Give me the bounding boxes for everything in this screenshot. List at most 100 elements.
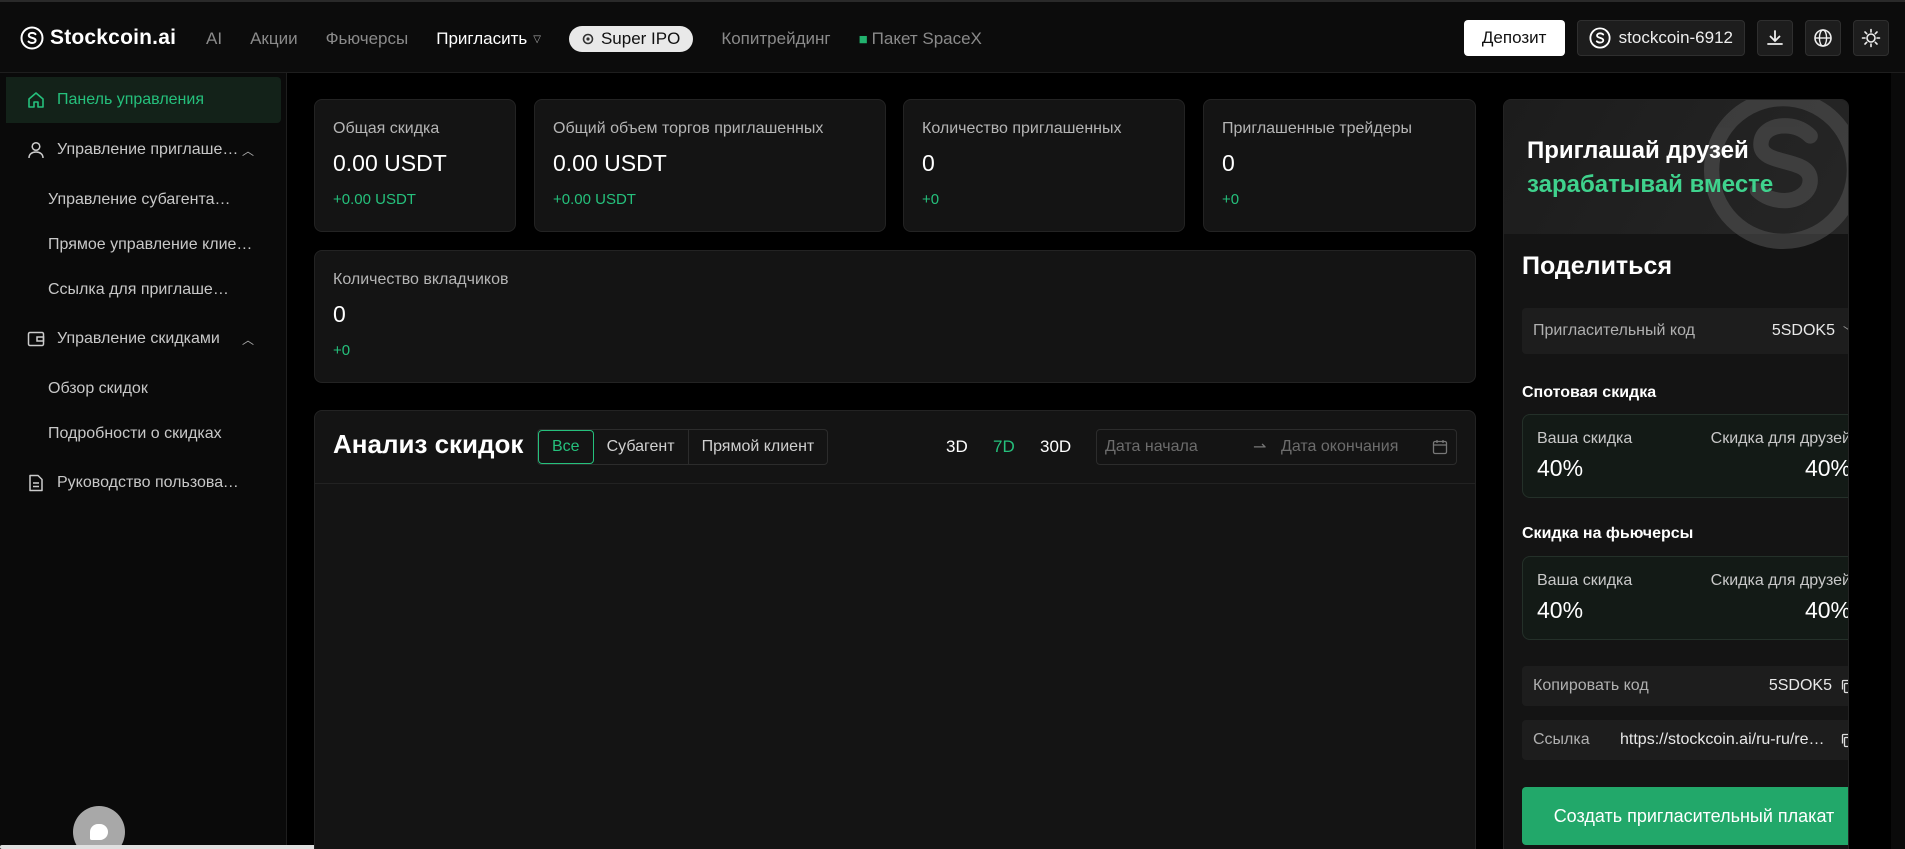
chevron-down-icon: ﹀ xyxy=(1843,323,1848,340)
language-button[interactable] xyxy=(1805,20,1841,56)
download-button[interactable] xyxy=(1757,20,1793,56)
date-end-input[interactable]: Дата окончания xyxy=(1281,438,1432,456)
stat-card-invited-traders: Приглашенные трейдеры 0 +0 xyxy=(1203,99,1476,232)
copy-icon[interactable] xyxy=(1840,679,1849,694)
invite-code-value-wrap: 5SDOK5 ﹀ xyxy=(1771,322,1848,340)
your-discount-value: 40% xyxy=(1537,597,1584,623)
sidebar-item-dashboard[interactable]: Панель управления xyxy=(6,77,281,123)
sidebar-item-direct-clients[interactable]: Прямое управление клиентами xyxy=(0,222,281,268)
friend-discount-label: Скидка для друзей xyxy=(1710,572,1849,589)
tab-subagent[interactable]: Субагент xyxy=(594,430,689,464)
stat-label: Приглашенные трейдеры xyxy=(1222,120,1412,137)
sidebar-item-label: Управление скидками xyxy=(57,330,220,347)
banner-title: Приглашай друзей xyxy=(1527,137,1749,164)
share-title: Поделиться xyxy=(1522,252,1673,280)
nav-ai[interactable]: AI xyxy=(206,29,222,49)
copy-code-label: Копировать код xyxy=(1533,677,1649,694)
account-logo-icon xyxy=(1589,27,1611,49)
home-icon xyxy=(25,90,46,111)
chevron-up-icon: ︿ xyxy=(241,143,254,158)
invite-link-value: https://stockcoin.ai/ru-ru/register xyxy=(1620,731,1832,748)
stat-label: Общая скидка xyxy=(333,120,440,137)
stat-label: Общий объем торгов приглашенных xyxy=(553,120,824,137)
download-icon xyxy=(1767,30,1783,45)
invite-code-select[interactable]: Пригласительный код 5SDOK5 ﹀ xyxy=(1522,308,1848,354)
friend-discount-value: 40% xyxy=(1804,597,1849,623)
banner-subtitle: зарабатывай вместе xyxy=(1527,171,1774,198)
period-30d[interactable]: 30D xyxy=(1040,437,1071,457)
analysis-filter-tabs: Все Субагент Прямой клиент xyxy=(537,429,829,465)
sidebar-item-discount-overview[interactable]: Обзор скидок xyxy=(0,366,281,412)
theme-toggle-button[interactable] xyxy=(1853,20,1889,56)
invite-code-value: 5SDOK5 xyxy=(1771,322,1835,339)
sidebar-item-user-guide[interactable]: Руководство пользователя xyxy=(0,460,281,506)
discount-analysis-panel: Анализ скидок Все Субагент Прямой клиент… xyxy=(314,410,1476,849)
stat-card-depositors-count: Количество вкладчиков 0 +0 xyxy=(314,250,1476,383)
brand-logo[interactable]: Stockcoin.ai xyxy=(20,26,176,50)
sidebar-item-discount-details[interactable]: Подробности о скидках xyxy=(0,411,281,457)
stat-value: 0 xyxy=(922,150,935,176)
sidebar-item-label: Обзор скидок xyxy=(48,380,148,397)
sidebar-item-subagents[interactable]: Управление субагентами xyxy=(0,177,281,223)
chevron-down-icon: ▽ xyxy=(533,33,541,45)
account-button[interactable]: stockcoin-6912 xyxy=(1576,20,1745,56)
sidebar-item-label: Ссылка для приглашения xyxy=(48,281,234,298)
share-panel: Приглашай друзей зарабатывай вместе Поде… xyxy=(1503,99,1849,849)
invite-banner: Приглашай друзей зарабатывай вместе xyxy=(1504,100,1848,250)
stat-label: Количество приглашенных xyxy=(922,120,1122,137)
nav-copytrading[interactable]: Копитрейдинг xyxy=(721,29,830,49)
top-navigation-bar: Stockcoin.ai AI Акции Фьючерсы Пригласит… xyxy=(0,0,1905,73)
sidebar-item-label: Панель управления xyxy=(57,91,204,108)
stat-delta: +0 xyxy=(1222,191,1240,208)
header-actions: Депозит stockcoin-6912 xyxy=(1463,20,1889,56)
futures-discount-title: Скидка на фьючерсы xyxy=(1522,525,1694,542)
spot-discount-box: Ваша скидка 40% Скидка для друзей 40% xyxy=(1522,414,1849,498)
nav-invite[interactable]: Пригласить ▽ xyxy=(436,29,541,49)
stat-value: 0.00 USDT xyxy=(333,150,447,176)
nav-spacex-label: Пакет SpaceX xyxy=(871,29,982,48)
sidebar-item-label: Руководство пользователя xyxy=(57,474,243,491)
main-nav: AI Акции Фьючерсы Пригласить ▽ Super IPO… xyxy=(206,26,1010,52)
copy-code-row[interactable]: Копировать код 5SDOK5 xyxy=(1522,666,1849,706)
sidebar-item-invite-link[interactable]: Ссылка для приглашения xyxy=(0,267,281,313)
friend-discount-label: Скидка для друзей xyxy=(1710,430,1849,447)
your-discount-label: Ваша скидка xyxy=(1537,572,1633,589)
gear-icon xyxy=(582,33,594,45)
sidebar-item-discount-management[interactable]: Управление скидками ︿ xyxy=(0,316,281,362)
document-icon xyxy=(25,473,46,494)
tab-direct-client[interactable]: Прямой клиент xyxy=(689,430,828,464)
panel-divider xyxy=(315,483,1475,484)
sidebar-item-label: Управление приглашениями xyxy=(57,141,239,158)
wallet-icon xyxy=(25,329,46,350)
period-7d[interactable]: 7D xyxy=(993,437,1015,457)
support-chat-button[interactable] xyxy=(73,806,125,849)
nav-stocks[interactable]: Акции xyxy=(250,29,298,49)
arrow-right-icon: ⇀ xyxy=(1253,439,1267,456)
date-range-picker[interactable]: Дата начала ⇀ Дата окончания xyxy=(1096,429,1457,465)
copy-icon[interactable] xyxy=(1840,733,1849,748)
invite-link-row[interactable]: Ссылка https://stockcoin.ai/ru-ru/regist… xyxy=(1522,720,1849,760)
sidebar: Панель управления Управление приглашения… xyxy=(0,73,287,849)
page-scrollbar[interactable] xyxy=(1891,73,1905,849)
create-poster-button[interactable]: Создать пригласительный плакат xyxy=(1522,787,1848,845)
gift-icon: ■ xyxy=(858,30,868,48)
sidebar-item-invite-management[interactable]: Управление приглашениями ︿ xyxy=(0,127,281,173)
date-start-input[interactable]: Дата начала xyxy=(1105,438,1253,456)
deposit-button[interactable]: Депозит xyxy=(1463,20,1565,56)
your-discount-value: 40% xyxy=(1537,455,1584,481)
sidebar-item-label: Подробности о скидках xyxy=(48,425,222,442)
globe-icon xyxy=(1814,29,1832,47)
calendar-icon xyxy=(1432,440,1448,455)
tab-all[interactable]: Все xyxy=(538,430,594,464)
nav-super-ipo[interactable]: Super IPO xyxy=(568,26,694,52)
chevron-up-icon: ︿ xyxy=(241,332,254,347)
period-3d[interactable]: 3D xyxy=(946,437,968,457)
invite-link-value-wrap: https://stockcoin.ai/ru-ru/register xyxy=(1620,731,1849,749)
nav-invite-label: Пригласить xyxy=(436,29,528,48)
stat-value: 0 xyxy=(1222,150,1235,176)
nav-spacex-package[interactable]: ■ Пакет SpaceX xyxy=(859,29,982,49)
stat-card-invitee-volume: Общий объем торгов приглашенных 0.00 USD… xyxy=(534,99,886,232)
copy-code-value: 5SDOK5 xyxy=(1768,677,1832,694)
nav-super-ipo-label: Super IPO xyxy=(600,29,681,48)
nav-futures[interactable]: Фьючерсы xyxy=(326,29,409,49)
